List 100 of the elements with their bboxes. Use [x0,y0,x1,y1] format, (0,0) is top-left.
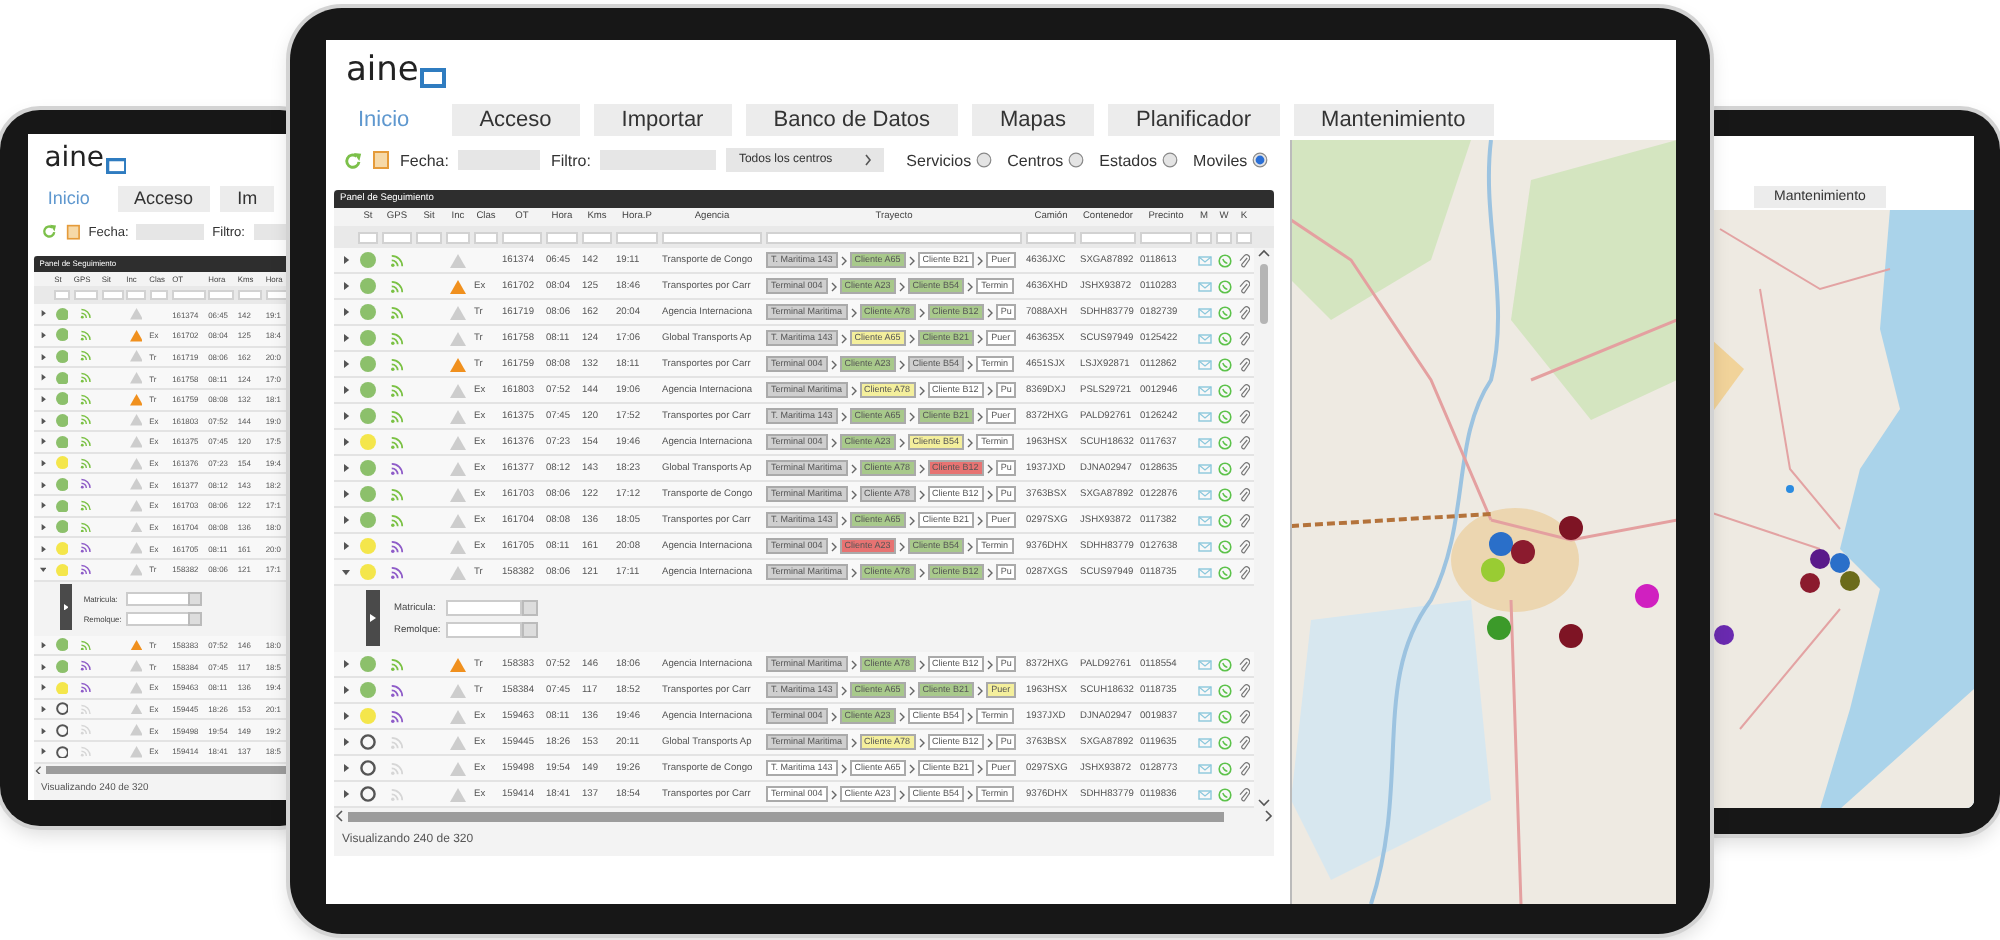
tab[interactable]: Planificador [1108,104,1280,136]
mail-icon[interactable] [1197,307,1211,317]
mail-icon[interactable] [1197,567,1211,577]
filter-field[interactable] [382,231,412,243]
expand-arrow-icon[interactable] [341,360,349,368]
expand-arrow-icon[interactable] [341,738,349,746]
chat-icon[interactable] [1217,735,1231,749]
filter-field[interactable] [582,231,612,243]
chat-icon[interactable] [1217,253,1231,267]
chat-icon[interactable] [1217,435,1231,449]
expand-arrow-icon[interactable] [341,516,349,524]
expand-arrow-icon[interactable] [40,641,47,649]
chat-icon[interactable] [1217,331,1231,345]
expand-arrow-icon[interactable] [40,502,47,510]
filter-field[interactable] [101,290,124,301]
mail-icon[interactable] [1197,333,1211,343]
chat-icon[interactable] [1217,539,1231,553]
tab[interactable]: Importar [593,104,732,136]
filter-field[interactable] [446,231,470,243]
mail-icon[interactable] [1197,385,1211,395]
expand-arrow-icon[interactable] [40,310,47,318]
tab[interactable]: Mapas [972,104,1095,136]
scroll-down-icon[interactable] [1258,798,1270,808]
detail-handle[interactable] [366,590,380,646]
chat-icon[interactable] [1217,383,1231,397]
input-field[interactable] [446,600,522,616]
expand-arrow-icon[interactable] [341,386,349,394]
expand-arrow-icon[interactable] [40,332,47,339]
chat-icon[interactable] [1217,761,1231,775]
filter-field[interactable] [358,231,378,243]
mail-icon[interactable] [1197,411,1211,421]
filter-field[interactable] [502,231,542,243]
tab[interactable]: Acceso [117,186,210,213]
filter-field[interactable] [546,231,578,243]
expand-arrow-icon[interactable] [40,374,47,382]
date-field[interactable] [136,224,205,241]
tab[interactable]: Mantenimiento [1293,104,1494,136]
mail-icon[interactable] [1197,489,1211,499]
input-field[interactable] [446,622,522,638]
filter-field[interactable] [600,150,717,170]
expand-arrow-icon[interactable] [341,790,349,798]
mail-icon[interactable] [1197,763,1211,773]
tab[interactable]: Banco de Datos [745,104,959,136]
expand-arrow-icon[interactable] [341,256,349,264]
expand-arrow-icon[interactable] [40,545,47,552]
filter-field[interactable] [616,231,658,243]
filter-field[interactable] [1140,231,1192,243]
expand-arrow-icon[interactable] [341,464,349,472]
mail-icon[interactable] [1197,255,1211,265]
chat-icon[interactable] [1217,657,1231,671]
collapse-arrow-icon[interactable] [40,566,47,574]
expand-arrow-icon[interactable] [341,334,349,342]
filter-field[interactable] [1080,231,1136,243]
expand-arrow-icon[interactable] [341,660,349,668]
detail-handle[interactable] [60,584,73,631]
mail-icon[interactable] [1197,789,1211,799]
scrollbar-thumb[interactable] [45,765,291,775]
mail-icon[interactable] [1197,359,1211,369]
expand-arrow-icon[interactable] [341,412,349,420]
tab[interactable]: Acceso [451,104,580,136]
scroll-up-icon[interactable] [1258,248,1270,258]
chat-icon[interactable] [1217,787,1231,801]
expand-arrow-icon[interactable] [341,764,349,772]
chat-icon[interactable] [1217,305,1231,319]
expand-arrow-icon[interactable] [341,282,349,290]
mail-icon[interactable] [1197,515,1211,525]
scroll-left-icon[interactable] [34,765,43,775]
expand-arrow-icon[interactable] [341,542,349,550]
mail-icon[interactable] [1197,541,1211,551]
expand-arrow-icon[interactable] [40,705,47,713]
chat-icon[interactable] [1217,409,1231,423]
chat-icon[interactable] [1217,709,1231,723]
expand-arrow-icon[interactable] [341,712,349,720]
expand-arrow-icon[interactable] [40,460,47,467]
chat-icon[interactable] [1217,487,1231,501]
expand-arrow-icon[interactable] [341,686,349,694]
scrollbar-thumb[interactable] [1260,264,1268,324]
date-field[interactable] [458,150,541,170]
filter-field[interactable] [1026,231,1076,243]
filter-field[interactable] [172,290,205,301]
tab[interactable]: Im [220,186,274,213]
scroll-right-icon[interactable] [1264,810,1274,822]
expand-arrow-icon[interactable] [40,748,47,756]
radio-button[interactable]: Centros [1007,151,1084,169]
mail-icon[interactable] [1197,711,1211,721]
refresh-icon[interactable] [42,224,58,240]
filter-field[interactable] [208,290,235,301]
chat-icon[interactable] [1217,565,1231,579]
input-field[interactable] [126,592,190,607]
mail-icon[interactable] [1197,685,1211,695]
scroll-left-icon[interactable] [334,810,344,822]
chat-icon[interactable] [1217,357,1231,371]
filter-field[interactable] [237,290,263,301]
expand-arrow-icon[interactable] [40,353,47,360]
expand-arrow-icon[interactable] [40,481,47,488]
radio-button[interactable]: Servicios [906,151,992,169]
chat-icon[interactable] [1217,461,1231,475]
filter-field[interactable] [474,231,498,243]
filter-field[interactable] [416,231,442,243]
expand-arrow-icon[interactable] [341,308,349,316]
